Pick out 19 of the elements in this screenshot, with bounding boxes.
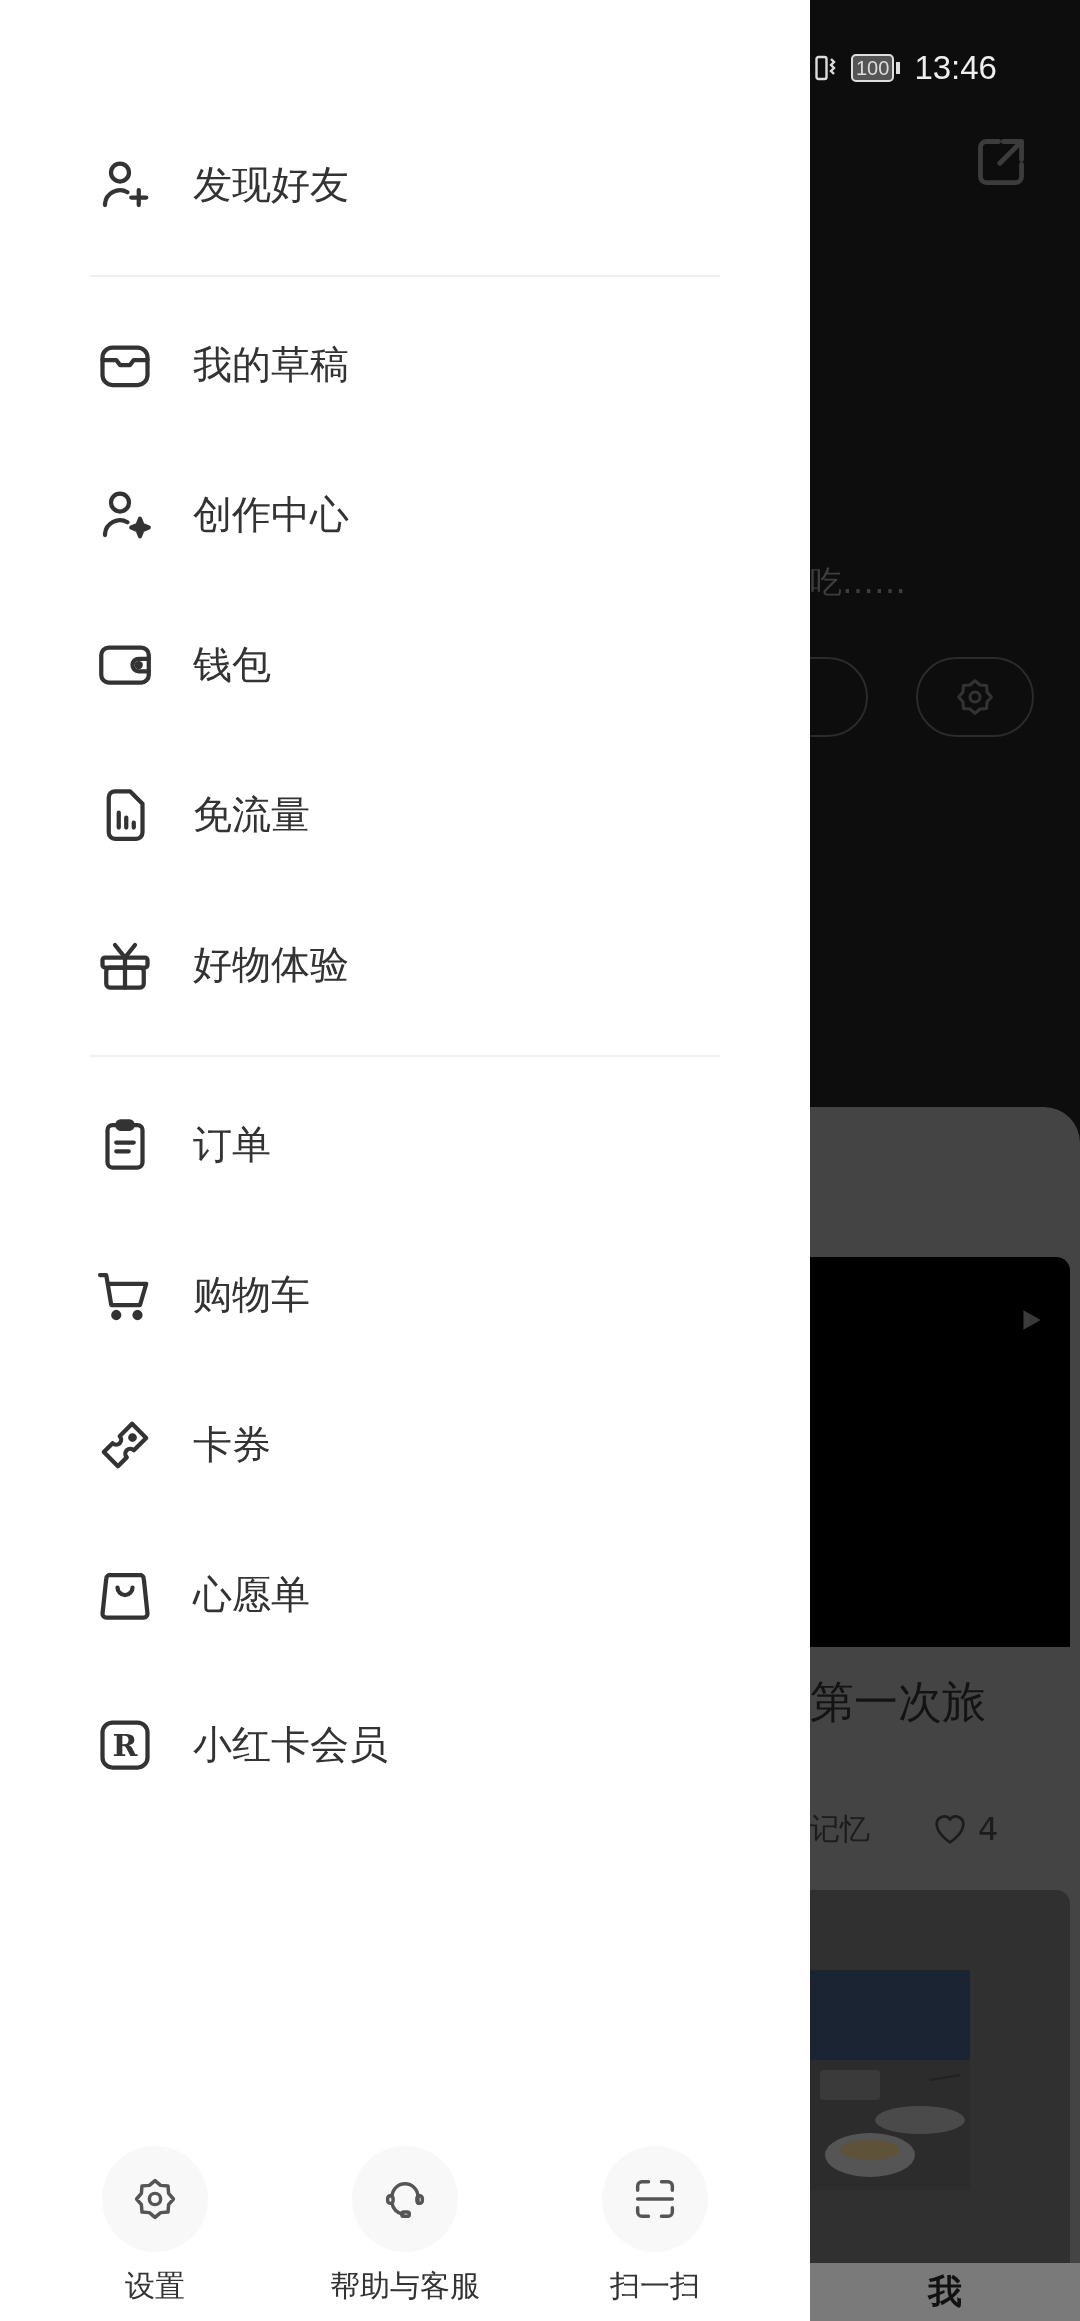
status-time: 13:46 [914, 49, 997, 87]
menu-item[interactable]: 我的草稿 [0, 290, 810, 440]
menu-item[interactable]: 心愿单 [0, 1520, 810, 1670]
menu-item[interactable]: R 小红卡会员 [0, 1670, 810, 1820]
menu-item[interactable]: 免流量 [0, 740, 810, 890]
menu-item[interactable]: 好物体验 [0, 890, 810, 1040]
video-thumbnail[interactable] [810, 1257, 1070, 1647]
menu-item[interactable]: 购物车 [0, 1220, 810, 1370]
menu-item[interactable]: 创作中心 [0, 440, 810, 590]
menu-item[interactable]: 卡券 [0, 1370, 810, 1520]
note-card[interactable] [810, 1890, 1070, 2263]
profile-tab[interactable]: 我 [928, 2271, 962, 2311]
action-label: 设置 [125, 2267, 185, 2305]
action-label: 扫一扫 [610, 2267, 700, 2305]
vibrate-icon [815, 53, 837, 83]
menu-item[interactable]: 订单 [0, 1070, 810, 1220]
menu-item[interactable]: 钱包 [0, 590, 810, 740]
menu-item[interactable]: 发现好友 [0, 110, 810, 260]
action-label: 帮助与客服 [330, 2267, 480, 2305]
